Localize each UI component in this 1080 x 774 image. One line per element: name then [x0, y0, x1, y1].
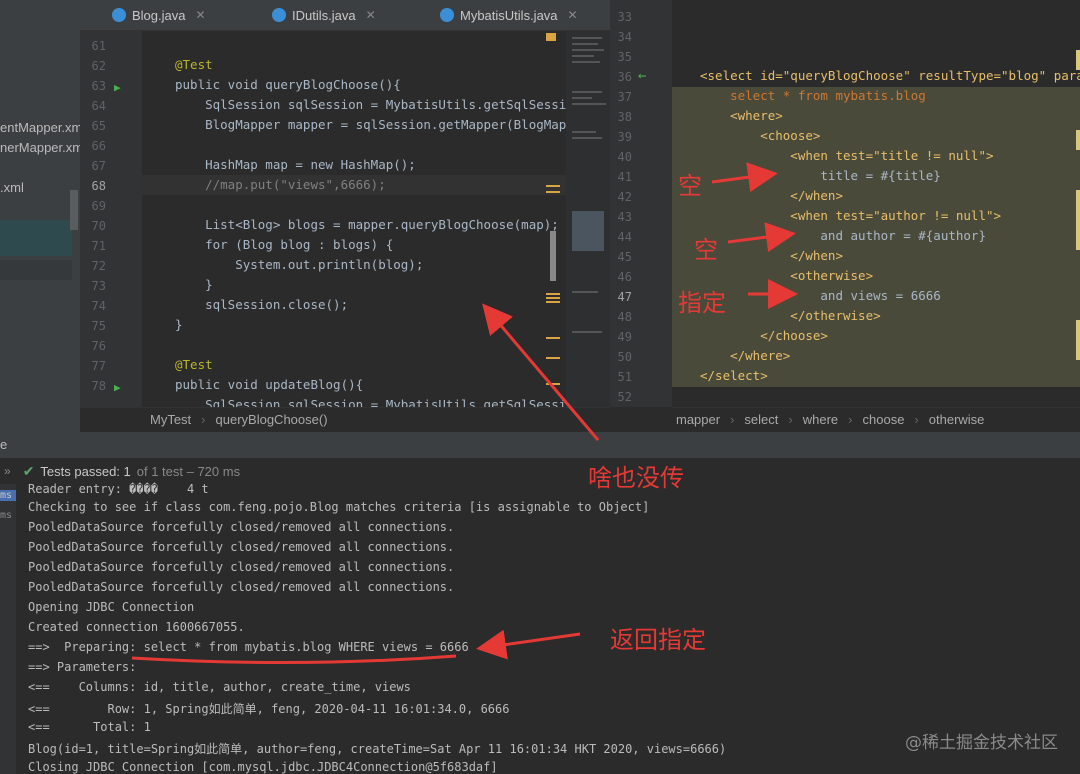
annotation-empty-title: 空: [678, 172, 702, 200]
arrow: [482, 303, 600, 441]
underline: [131, 654, 457, 665]
arrow: [476, 629, 581, 660]
watermark: @稀土掘金技术社区: [905, 733, 1058, 753]
annotation-nothing-passed: 啥也没传: [588, 464, 684, 492]
arrow: [711, 162, 778, 193]
annotation-arrows: [131, 162, 798, 665]
annotation-return-specified: 返回指定: [610, 626, 706, 654]
annotation-specified: 指定: [678, 289, 726, 317]
arrow: [727, 222, 796, 252]
annotation-empty-author: 空: [694, 236, 718, 264]
